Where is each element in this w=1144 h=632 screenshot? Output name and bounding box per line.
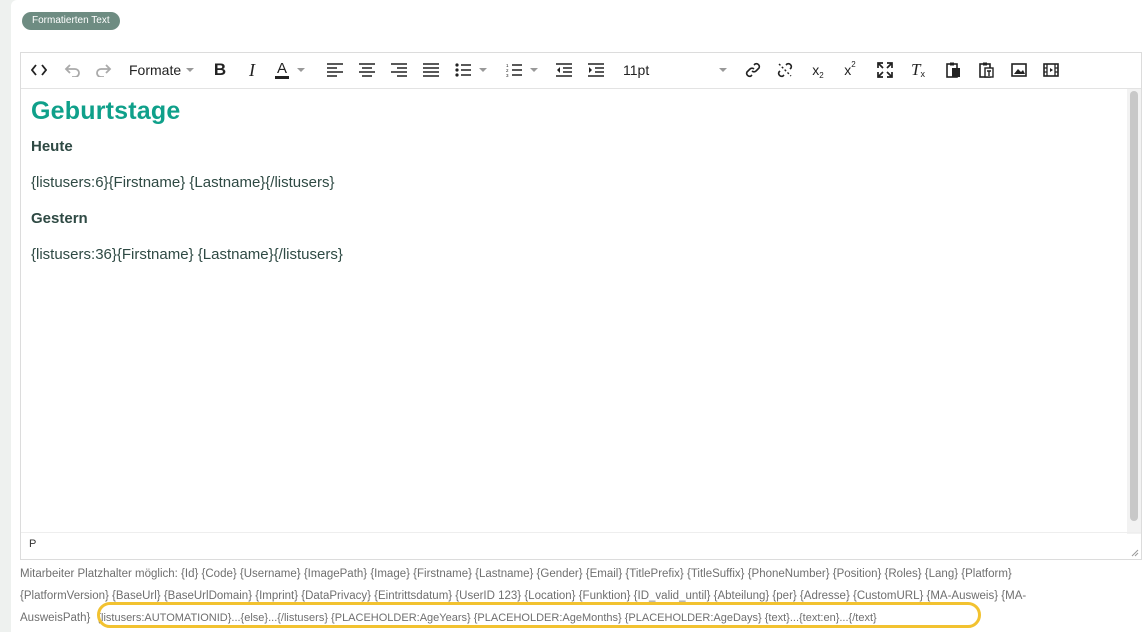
svg-text:3: 3 (506, 73, 509, 77)
element-path[interactable]: P (29, 538, 36, 550)
section-text-yesterday: {listusers:36}{Firstname} {Lastname}{/li… (31, 246, 343, 263)
rich-text-editor: Formate B I A 123 11pt x 2 x 2 T x Gebur… (20, 52, 1142, 560)
bullet-list-icon (455, 63, 471, 77)
align-center-icon[interactable] (357, 58, 377, 82)
editor-scrollbar[interactable] (1127, 89, 1141, 534)
redo-icon[interactable] (94, 58, 114, 82)
paste-as-text-icon[interactable] (976, 58, 996, 82)
editor-content[interactable]: Geburtstage Heute {listusers:6}{Firstnam… (21, 89, 1127, 534)
outdent-icon[interactable] (554, 58, 574, 82)
field-type-badge: Formatierten Text (22, 12, 120, 30)
source-code-icon[interactable] (29, 58, 49, 82)
numbered-list-button[interactable]: 123 (506, 58, 546, 82)
image-icon[interactable] (1009, 58, 1029, 82)
highlight-marker (97, 602, 981, 628)
italic-icon[interactable]: I (242, 58, 262, 82)
section-title-today: Heute (31, 138, 73, 155)
formats-label: Formate (129, 62, 182, 78)
formats-dropdown[interactable]: Formate (129, 58, 197, 82)
hint-line-1: Mitarbeiter Platzhalter möglich: {Id} {C… (20, 568, 1012, 580)
numbered-list-icon: 123 (506, 63, 522, 77)
chevron-down-icon (479, 68, 487, 72)
align-right-icon[interactable] (389, 58, 409, 82)
bullet-list-button[interactable] (455, 58, 495, 82)
section-text-today: {listusers:6}{Firstname} {Lastname}{/lis… (31, 174, 335, 191)
fullscreen-icon[interactable] (875, 58, 895, 82)
font-size-dropdown[interactable]: 11pt (623, 58, 727, 82)
editor-toolbar: Formate B I A 123 11pt x 2 x 2 T x (21, 53, 1141, 89)
unlink-icon[interactable] (775, 58, 795, 82)
indent-icon[interactable] (586, 58, 606, 82)
hint-line-3a: AusweisPath} (20, 612, 91, 624)
text-color-button[interactable]: A (275, 58, 311, 82)
clear-formatting-icon[interactable]: Tx (908, 58, 928, 82)
align-justify-icon[interactable] (421, 58, 441, 82)
chevron-down-icon (186, 68, 195, 72)
scrollbar-thumb[interactable] (1130, 91, 1138, 521)
editor-statusbar: P (21, 532, 1141, 559)
chevron-down-icon (719, 68, 727, 72)
bold-icon[interactable]: B (210, 58, 230, 82)
chevron-down-icon (297, 68, 306, 72)
media-icon[interactable] (1041, 58, 1061, 82)
subscript-icon[interactable]: x2 (808, 58, 828, 82)
align-left-icon[interactable] (325, 58, 345, 82)
section-title-yesterday: Gestern (31, 210, 88, 227)
font-size-value: 11pt (623, 62, 650, 78)
paste-icon[interactable] (943, 58, 963, 82)
text-color-icon: A (275, 59, 290, 79)
link-icon[interactable] (743, 58, 763, 82)
content-heading: Geburtstage (31, 97, 181, 125)
chevron-down-icon (530, 68, 538, 72)
superscript-icon[interactable]: x2 (840, 58, 860, 82)
resize-handle-icon[interactable] (1131, 549, 1139, 557)
undo-icon[interactable] (62, 58, 82, 82)
